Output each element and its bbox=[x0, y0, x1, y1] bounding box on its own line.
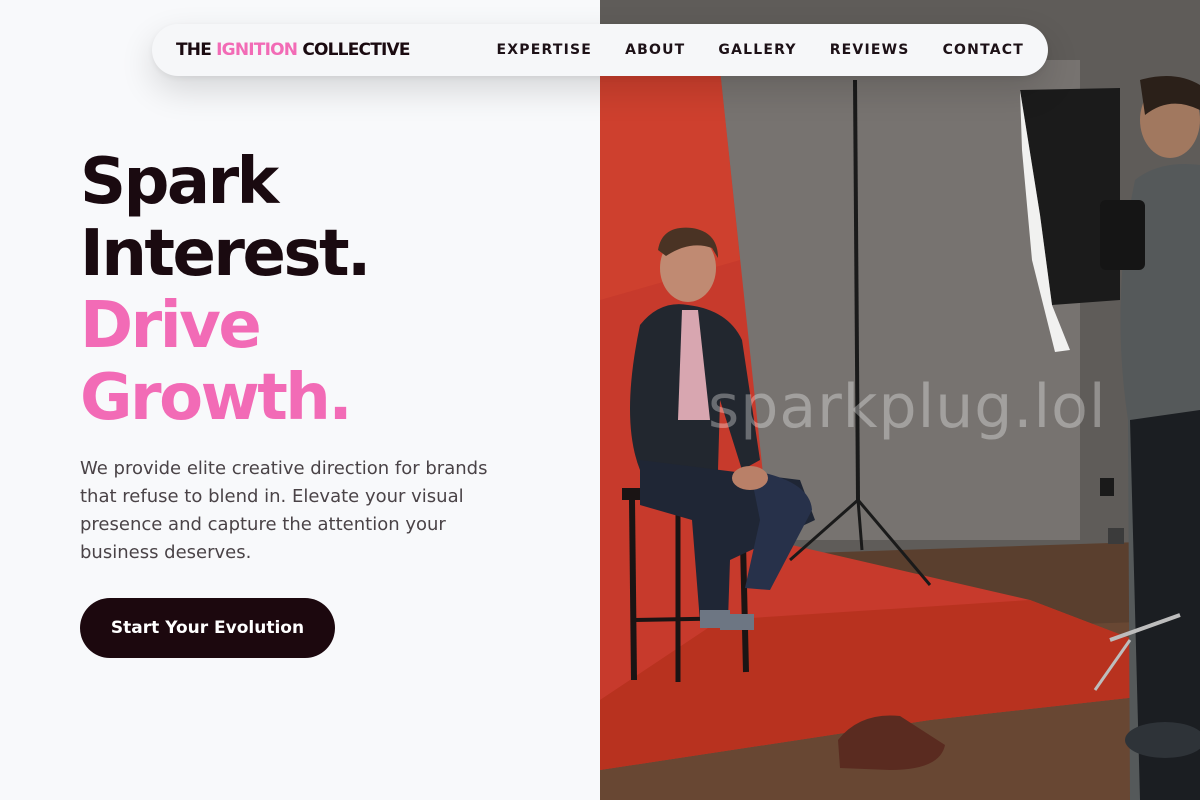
headline-line-spark: Spark bbox=[80, 145, 279, 219]
logo-part-ignition: IGNITION bbox=[216, 40, 298, 60]
nav-link-contact[interactable]: CONTACT bbox=[943, 42, 1024, 58]
logo-part-the: THE bbox=[176, 40, 217, 60]
logo-part-collective: COLLECTIVE bbox=[297, 40, 410, 60]
headline-line-interest: Interest. bbox=[80, 217, 371, 291]
nav-link-about[interactable]: ABOUT bbox=[625, 42, 685, 58]
hero-description: We provide elite creative direction for … bbox=[80, 458, 488, 563]
nav-link-gallery[interactable]: GALLERY bbox=[718, 42, 796, 58]
start-evolution-button[interactable]: Start Your Evolution bbox=[80, 598, 335, 658]
headline-line-drive: Drive bbox=[80, 289, 262, 363]
top-navigation: THE IGNITION COLLECTIVE EXPERTISE ABOUT … bbox=[152, 24, 1048, 76]
nav-links: EXPERTISE ABOUT GALLERY REVIEWS CONTACT bbox=[497, 42, 1024, 58]
headline-line-growth: Growth. bbox=[80, 361, 353, 435]
nav-link-reviews[interactable]: REVIEWS bbox=[830, 42, 910, 58]
brand-logo[interactable]: THE IGNITION COLLECTIVE bbox=[176, 40, 410, 60]
nav-link-expertise[interactable]: EXPERTISE bbox=[497, 42, 593, 58]
hero-headline: Spark Interest. Drive Growth. bbox=[80, 146, 580, 434]
watermark-text: sparkplug.lol bbox=[708, 372, 1107, 442]
hero-photo: sparkplug.lol bbox=[600, 0, 1200, 800]
